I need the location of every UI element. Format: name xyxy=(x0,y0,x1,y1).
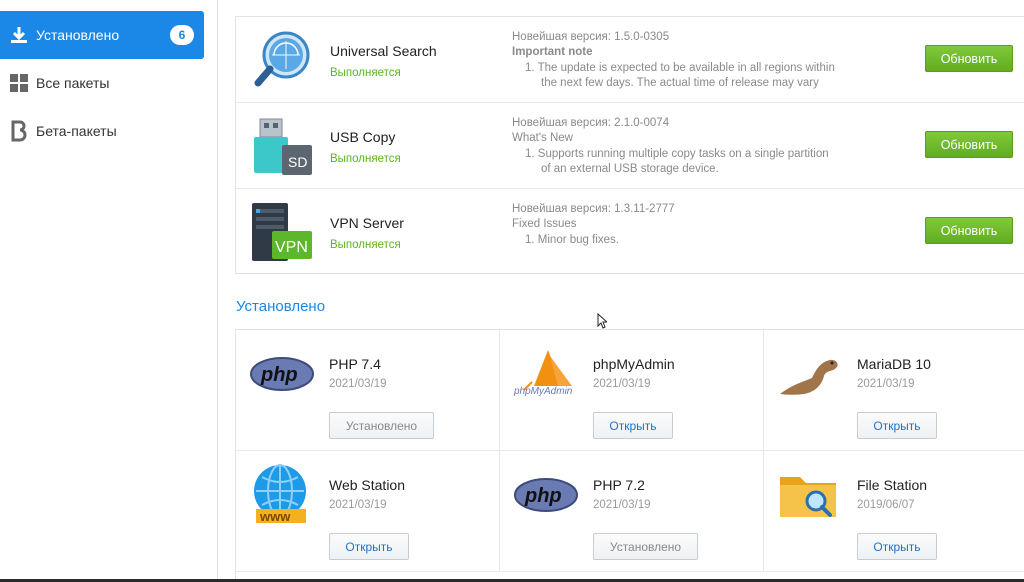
sidebar-item-installed[interactable]: Установлено 6 xyxy=(0,11,204,59)
download-icon xyxy=(8,24,30,46)
php-icon: php xyxy=(512,463,580,527)
notes-heading: Important note xyxy=(512,46,593,59)
mariadb-icon xyxy=(776,342,844,406)
open-button[interactable]: Открыть xyxy=(329,533,409,560)
grid-icon xyxy=(8,72,30,94)
notes-item-continued: of an external USB storage device. xyxy=(541,163,719,176)
package-status: Выполняется xyxy=(330,153,401,165)
update-button[interactable]: Обновить xyxy=(925,45,1013,72)
svg-text:php: php xyxy=(524,485,562,507)
sidebar-item-label: Все пакеты xyxy=(36,75,110,91)
installed-grid: php PHP 7.4 2021/03/19 Установлено phpMy… xyxy=(235,329,1024,582)
sidebar-item-beta[interactable]: Бета-пакеты xyxy=(0,107,204,155)
svg-text:www: www xyxy=(259,509,291,524)
notes-item-continued: the next few days. The actual time of re… xyxy=(541,77,819,90)
package-card: php PHP 7.4 2021/03/19 Установлено xyxy=(236,330,500,451)
sidebar-item-all-packages[interactable]: Все пакеты xyxy=(0,59,204,107)
package-card: phpMyAdmin phpMyAdmin 2021/03/19 Открыть xyxy=(500,330,764,451)
main-content: Universal Search Выполняется Новейшая ве… xyxy=(219,0,1024,582)
installed-button[interactable]: Установлено xyxy=(329,412,434,439)
sidebar-item-label: Бета-пакеты xyxy=(36,123,117,139)
package-date: 2021/03/19 xyxy=(857,378,915,390)
package-name: MariaDB 10 xyxy=(857,356,931,372)
package-card: www Web Station 2021/03/19 Открыть xyxy=(236,451,500,572)
package-card: MariaDB 10 2021/03/19 Открыть xyxy=(764,330,1024,451)
svg-text:VPN: VPN xyxy=(275,239,308,256)
notes-item: 1. Supports running multiple copy tasks … xyxy=(525,147,829,160)
notes-heading: What's New xyxy=(512,132,573,145)
package-name: phpMyAdmin xyxy=(593,356,675,372)
php-icon: php xyxy=(248,342,316,406)
package-card: php PHP 7.2 2021/03/19 Установлено xyxy=(500,451,764,572)
svg-text:SD: SD xyxy=(288,154,307,170)
release-notes: Новейшая версия: 1.5.0-0305 Important no… xyxy=(512,30,902,92)
universal-search-icon xyxy=(250,29,314,93)
update-row: VPN VPN Server Выполняется Новейшая верс… xyxy=(236,189,1024,275)
beta-icon xyxy=(8,120,30,142)
web-station-icon: www xyxy=(248,463,316,527)
package-date: 2021/03/19 xyxy=(329,378,387,390)
package-name: VPN Server xyxy=(330,215,404,231)
package-date: 2021/03/19 xyxy=(329,499,387,511)
package-name: Universal Search xyxy=(330,43,437,59)
svg-text:phpMyAdmin: phpMyAdmin xyxy=(513,386,573,397)
package-name: Web Station xyxy=(329,477,406,493)
notes-heading: Fixed Issues xyxy=(512,218,577,231)
package-date: 2019/06/07 xyxy=(857,499,915,511)
update-button[interactable]: Обновить xyxy=(925,217,1013,244)
count-badge: 6 xyxy=(170,25,194,45)
update-row: SD USB Copy Выполняется Новейшая версия:… xyxy=(236,103,1024,189)
notes-item: 1. Minor bug fixes. xyxy=(525,233,619,246)
package-name: USB Copy xyxy=(330,129,396,145)
package-date: 2021/03/19 xyxy=(593,499,651,511)
sidebar-item-label: Установлено xyxy=(36,27,120,43)
package-card: File Station 2019/06/07 Открыть xyxy=(764,451,1024,572)
open-button[interactable]: Открыть xyxy=(857,533,937,560)
section-title: Установлено xyxy=(236,298,326,315)
notes-item: 1. The update is expected to be availabl… xyxy=(525,61,835,74)
installed-button[interactable]: Установлено xyxy=(593,533,698,560)
phpmyadmin-icon: phpMyAdmin xyxy=(512,342,580,406)
package-status: Выполняется xyxy=(330,67,401,79)
latest-version: Новейшая версия: 1.3.11-2777 xyxy=(512,203,675,215)
update-button[interactable]: Обновить xyxy=(925,131,1013,158)
open-button[interactable]: Открыть xyxy=(593,412,673,439)
release-notes: Новейшая версия: 1.3.11-2777 Fixed Issue… xyxy=(512,202,902,248)
usb-copy-icon: SD xyxy=(250,115,314,179)
package-name: PHP 7.4 xyxy=(329,356,381,372)
package-name: File Station xyxy=(857,477,928,493)
package-date: 2021/03/19 xyxy=(593,378,651,390)
package-name: PHP 7.2 xyxy=(593,477,645,493)
update-row: Universal Search Выполняется Новейшая ве… xyxy=(236,17,1024,103)
package-status: Выполняется xyxy=(330,239,401,251)
open-button[interactable]: Открыть xyxy=(857,412,937,439)
latest-version: Новейшая версия: 2.1.0-0074 xyxy=(512,117,670,129)
vpn-server-icon: VPN xyxy=(250,201,314,265)
sidebar: Установлено 6 Все пакеты Бета-пакеты xyxy=(0,0,218,582)
file-station-icon xyxy=(776,463,844,527)
latest-version: Новейшая версия: 1.5.0-0305 xyxy=(512,31,670,43)
updates-panel: Universal Search Выполняется Новейшая ве… xyxy=(235,16,1024,274)
release-notes: Новейшая версия: 2.1.0-0074 What's New 1… xyxy=(512,116,902,178)
svg-text:php: php xyxy=(260,364,298,386)
mouse-cursor-icon xyxy=(597,312,609,329)
